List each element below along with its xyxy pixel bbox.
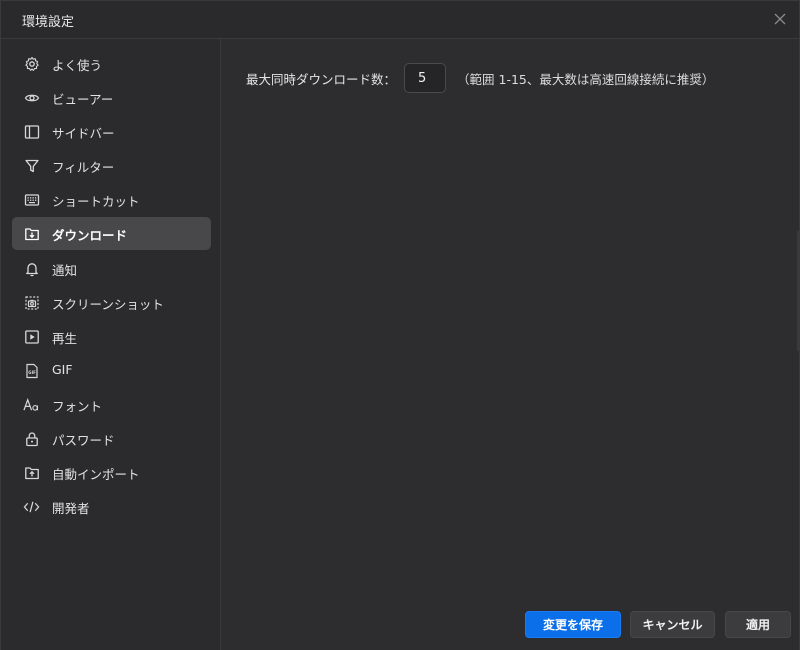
sidebar-item-notification[interactable]: 通知 [12, 252, 211, 285]
max-downloads-setting: 最大同時ダウンロード数： （範囲 1-15、最大数は高速回線接続に推奨） [246, 62, 714, 94]
sidebar-item-password[interactable]: パスワード [12, 422, 211, 455]
filter-icon [23, 157, 40, 174]
sidebar-item-label: 再生 [52, 331, 78, 346]
apply-button[interactable]: 適用 [725, 611, 791, 638]
sidebar-item-label: サイドバー [52, 126, 115, 141]
sidebar-item-download[interactable]: ダウンロード [12, 217, 211, 250]
sidebar-item-label: GIF [52, 362, 73, 377]
bell-icon [23, 260, 40, 277]
sidebar-item-filter[interactable]: フィルター [12, 149, 211, 182]
sidebar-item-label: スクリーンショット [52, 297, 164, 312]
sidebar-item-playback[interactable]: 再生 [12, 320, 211, 353]
sidebar-item-label: 開発者 [52, 501, 90, 516]
play-icon [23, 328, 40, 345]
sidebar-item-developer[interactable]: 開発者 [12, 490, 211, 523]
sidebar-item-label: ダウンロード [52, 228, 128, 243]
sidebar-item-label: ショートカット [52, 194, 140, 209]
save-changes-button[interactable]: 変更を保存 [525, 611, 621, 638]
preferences-window: 環境設定 よく使う ビューアー サイドバー フィルター ショートカット ダウンロ… [0, 0, 800, 650]
sidebar-item-auto-import[interactable]: 自動インポート [12, 456, 211, 489]
settings-panel: 最大同時ダウンロード数： （範囲 1-15、最大数は高速回線接続に推奨） 変更を… [221, 38, 799, 650]
keyboard-icon [23, 191, 40, 208]
cancel-button[interactable]: キャンセル [630, 611, 715, 638]
max-downloads-hint: （範囲 1-15、最大数は高速回線接続に推奨） [457, 71, 715, 87]
sidebar-item-font[interactable]: フォント [12, 388, 211, 421]
svg-text:GIF: GIF [28, 370, 36, 375]
sidebar-item-gif[interactable]: GIF GIF [12, 354, 211, 387]
sidebar-item-label: フィルター [52, 160, 115, 175]
font-icon [23, 396, 40, 413]
max-downloads-input[interactable] [404, 63, 447, 93]
sidebar-item-label: フォント [52, 399, 103, 414]
code-icon [23, 498, 40, 515]
sidebar: よく使う ビューアー サイドバー フィルター ショートカット ダウンロード 通知… [1, 38, 221, 650]
window-title: 環境設定 [22, 15, 75, 30]
sidebar-item-label: ビューアー [52, 92, 114, 107]
lock-icon [23, 430, 40, 447]
sidebar-item-general[interactable]: よく使う [12, 47, 211, 80]
sidebar-item-label: 通知 [52, 263, 78, 278]
screenshot-icon [23, 294, 40, 311]
max-downloads-label: 最大同時ダウンロード数： [246, 71, 397, 87]
sidebar-item-screenshot[interactable]: スクリーンショット [12, 286, 211, 319]
eye-icon [23, 89, 40, 106]
import-folder-icon [23, 464, 40, 481]
gif-file-icon: GIF [23, 362, 40, 379]
close-icon[interactable] [771, 10, 789, 28]
sidebar-item-label: パスワード [52, 433, 115, 448]
sidebar-item-viewer[interactable]: ビューアー [12, 81, 211, 114]
download-folder-icon [23, 225, 40, 242]
sidebar-item-sidebar[interactable]: サイドバー [12, 115, 211, 148]
sidebar-item-shortcut[interactable]: ショートカット [12, 183, 211, 216]
window-edge-scrollbar [797, 231, 799, 351]
sidebar-icon [23, 123, 40, 140]
gear-icon [23, 55, 40, 72]
sidebar-item-label: 自動インポート [52, 467, 140, 482]
sidebar-item-label: よく使う [52, 58, 103, 73]
title-bar: 環境設定 [1, 1, 799, 38]
